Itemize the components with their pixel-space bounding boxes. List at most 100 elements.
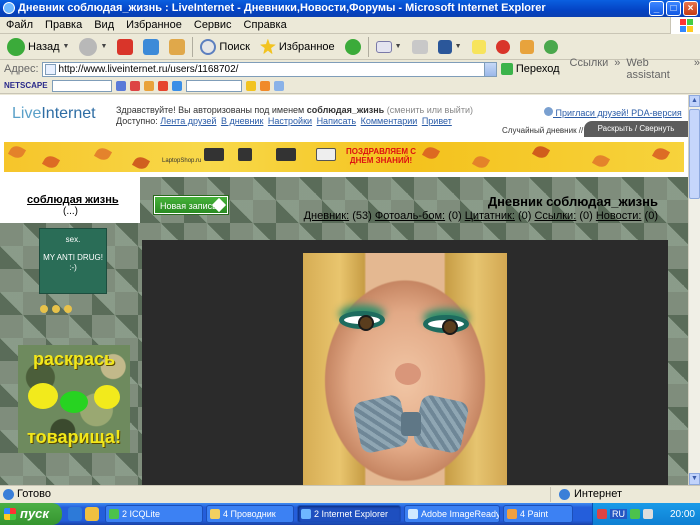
blog-name-link[interactable]: соблюдая жизнь [27,194,119,206]
search-button[interactable]: Поиск [197,36,252,58]
history-button[interactable] [342,36,364,58]
blog-name-sub[interactable]: (...) [63,206,78,217]
link-comments[interactable]: Комментарии [361,116,418,126]
back-dropdown-icon[interactable]: ▼ [63,43,70,50]
task-explorer[interactable]: 4 Проводник [206,505,294,523]
minimize-button[interactable]: _ [649,1,664,16]
link-write[interactable]: Написать [317,116,357,126]
print-icon [411,39,428,54]
links-link[interactable]: Ссылки: [534,210,576,222]
quick-launch [62,507,105,521]
menu-view[interactable]: Вид [94,19,114,31]
task-icqlite[interactable]: 2 ICQLite [105,505,203,523]
folder-icon [210,509,220,519]
messenger-button[interactable] [541,36,561,58]
mail-dropdown-icon[interactable]: ▼ [395,43,402,50]
edit-dropdown-icon[interactable]: ▼ [455,43,462,50]
sticker-text-top: раскрась [32,349,116,369]
netscape-search-input[interactable] [51,79,112,92]
new-post-button[interactable]: Новая запись [154,196,228,214]
quotes-count: (0) [517,210,532,222]
task-internet-explorer[interactable]: 2 Internet Explorer [297,505,401,523]
home-button[interactable] [166,36,188,58]
change-or-logout-link[interactable]: (сменить или выйти) [387,105,473,115]
menu-help[interactable]: Справка [244,19,287,31]
addon-icon[interactable] [143,80,154,91]
mail-icon[interactable] [273,80,284,91]
start-button[interactable]: пуск [0,503,62,525]
menu-favorites[interactable]: Избранное [126,19,182,31]
color-comrade-sticker[interactable]: раскрась товарища! [18,345,130,453]
volume-icon[interactable] [643,509,653,519]
post-photo[interactable] [303,253,507,485]
netscape-logo[interactable]: NETSCAPE [4,81,48,90]
stop-button[interactable] [114,36,136,58]
ie-quicklaunch-icon[interactable] [68,507,82,521]
link-settings[interactable]: Настройки [268,116,312,126]
discuss-button[interactable] [469,36,489,58]
back-arrow-icon [7,37,25,56]
avatar[interactable]: sex. MY ANTI DRUG! :-) [39,228,107,294]
quotes-link[interactable]: Цитатник: [465,210,515,222]
close-button[interactable]: × [683,1,698,16]
liveinternet-logo[interactable]: LiveInternet [12,105,96,123]
link-friends-feed[interactable]: Лента друзей [160,116,216,126]
invite-icon [544,107,553,116]
weather-icon[interactable] [245,80,256,91]
star-icon[interactable] [259,80,270,91]
mail-button[interactable]: ▼ [373,36,405,58]
pda-version-link[interactable]: PDA-версия [631,108,682,118]
maximize-button[interactable]: □ [666,1,681,16]
url-input[interactable]: http://www.liveinternet.ru/users/1168702… [41,61,486,77]
print-button[interactable] [409,36,431,58]
username[interactable]: соблюдая_жизнь [307,105,384,115]
smiley-icon [52,305,60,313]
window-titlebar[interactable]: Дневник соблюдая_жизнь : LiveInternet - … [0,0,700,17]
random-diary-link[interactable]: Случайный дневник // [502,126,583,135]
forward-button[interactable]: ▼ [76,36,110,58]
ad-banner[interactable]: LaptopShop.ru ПОЗДРАВЛЯЕМ С ДНЕМ ЗНАНИЙ! [4,142,684,172]
invite-friends-link[interactable]: Пригласи друзей! [556,108,629,118]
desktop-quicklaunch-icon[interactable] [85,507,99,521]
refresh-button[interactable] [140,36,162,58]
back-button[interactable]: Назад ▼ [4,36,72,58]
logo-live: Live [12,105,42,122]
menu-tools[interactable]: Сервис [194,19,232,31]
photo-album-link[interactable]: Фотоаль-бом: [375,210,445,222]
icq-button[interactable] [493,36,513,58]
diary-count: (53) [352,210,372,222]
task-label: 2 Internet Explorer [314,509,389,519]
sticker-text-bottom: товарища! [27,427,121,447]
diary-link[interactable]: Дневник: [304,210,350,222]
photo-eye [423,315,469,335]
url-dropdown-button[interactable] [484,61,497,77]
tray-icon[interactable] [597,509,607,519]
clock[interactable]: 20:00 [670,509,700,520]
task-paint[interactable]: 4 Paint [503,505,573,523]
mail-icon [375,40,392,53]
research-button[interactable] [517,36,537,58]
scroll-down-arrow-icon[interactable]: ▼ [689,473,700,485]
scroll-up-arrow-icon[interactable]: ▲ [689,95,700,107]
news-link[interactable]: Новости: [596,210,642,222]
netscape-search-icon[interactable] [115,80,126,91]
vertical-scrollbar[interactable]: ▲ ▼ [688,95,700,485]
task-imageready[interactable]: Adobe ImageReady... [404,505,500,523]
menu-file[interactable]: Файл [6,19,33,31]
google-icon[interactable] [171,80,182,91]
go-button[interactable]: Переход [500,63,560,75]
language-indicator[interactable]: RU [610,509,627,519]
google-search-input[interactable] [185,79,242,92]
edit-button[interactable]: ▼ [435,36,465,58]
link-to-diary[interactable]: В дневник [221,116,263,126]
link-hello[interactable]: Привет [422,116,452,126]
expand-collapse-button[interactable]: Раскрыть / Свернуть [584,121,688,137]
banner-promo-text: ПОЗДРАВЛЯЕМ С ДНЕМ ЗНАНИЙ! [346,147,416,165]
addon-icon[interactable] [129,80,140,91]
icq-tray-icon[interactable] [630,509,640,519]
favorites-button[interactable]: Избранное [257,36,338,58]
menu-edit[interactable]: Правка [45,19,82,31]
scrollbar-thumb[interactable] [689,109,700,199]
forward-dropdown-icon[interactable]: ▼ [100,43,107,50]
heart-icon[interactable] [157,80,168,91]
